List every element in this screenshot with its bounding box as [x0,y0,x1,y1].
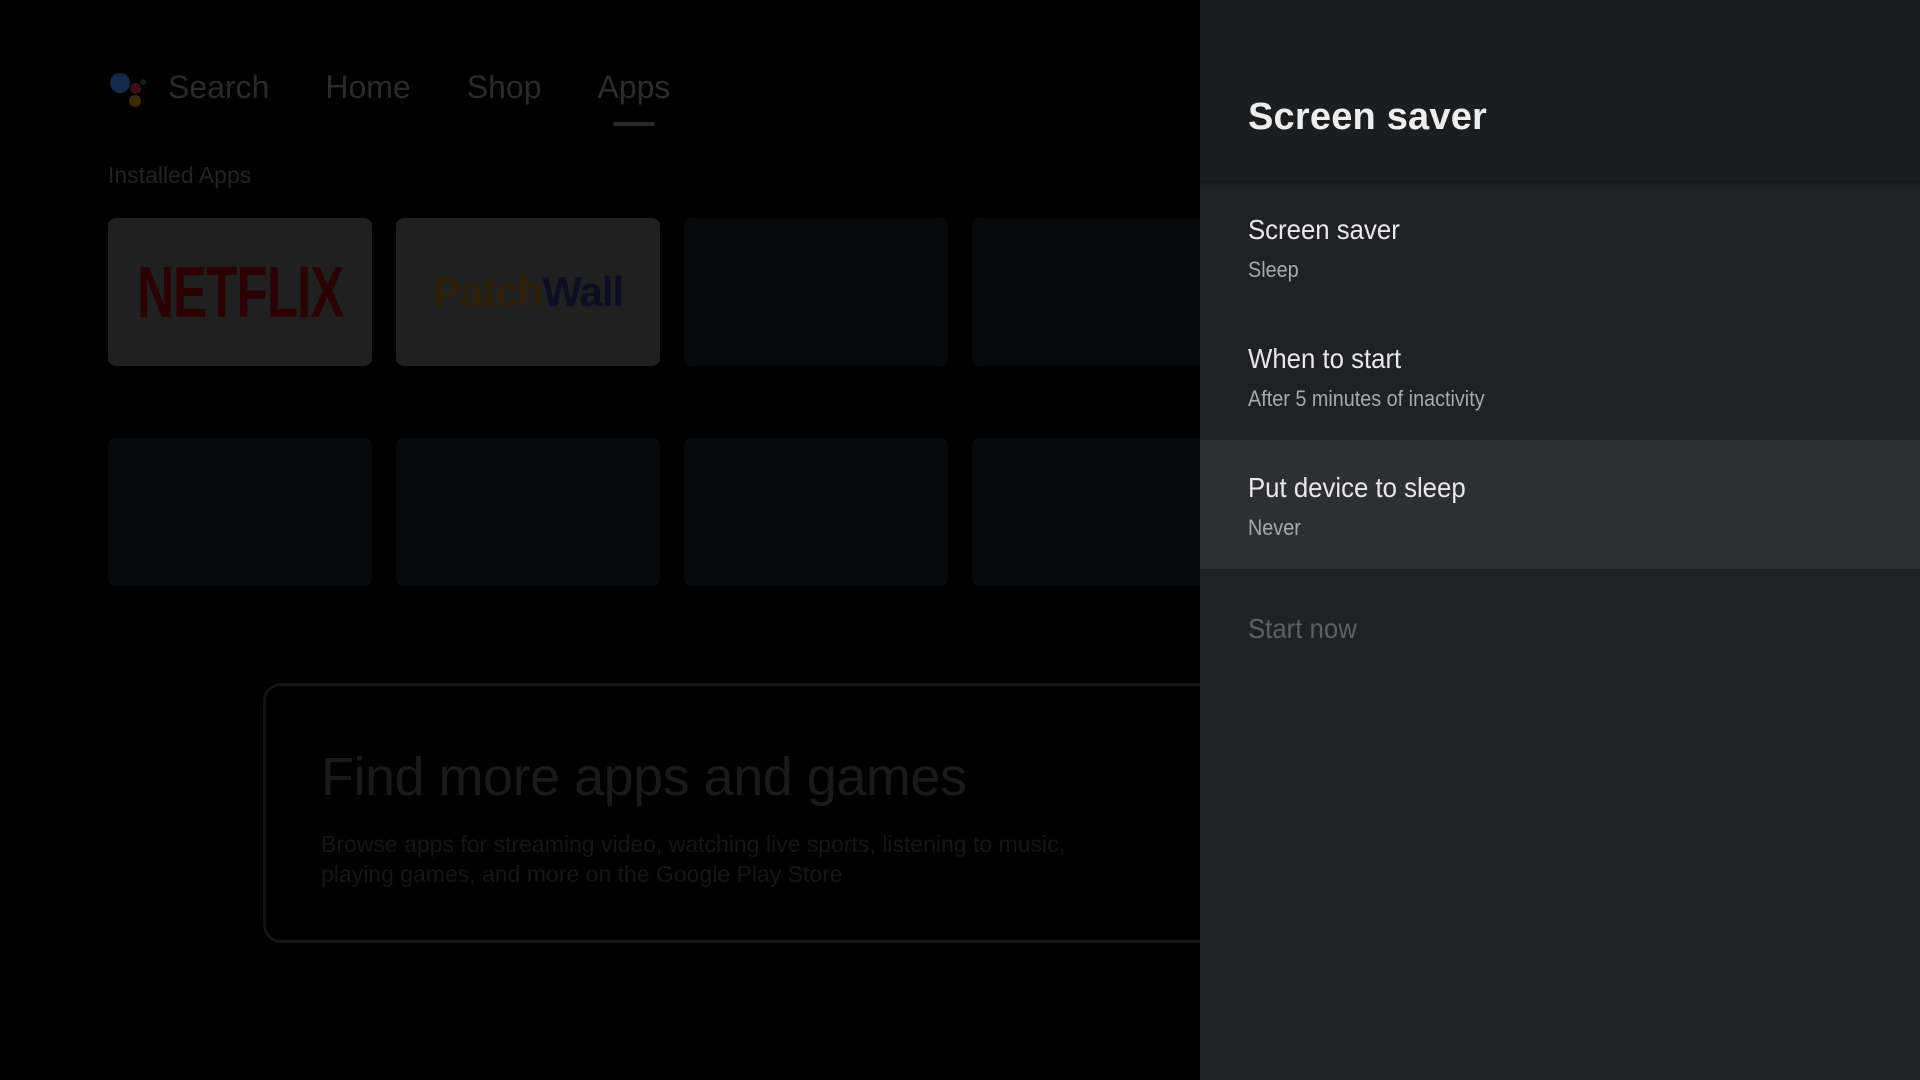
nav-tab-search[interactable]: Search [168,62,269,112]
settings-panel: Screen saver Screen saver Sleep When to … [1200,0,1920,1080]
promo-title: Find more apps and games [321,747,967,807]
find-more-apps-card[interactable]: Find more apps and games Browse apps for… [263,683,1200,943]
app-tile-patchwall[interactable]: PatchWall [396,218,660,366]
app-tile-placeholder [108,438,372,586]
google-assistant-icon[interactable] [108,67,150,107]
app-tile-placeholder [396,438,660,586]
pref-screen-saver[interactable]: Screen saver Sleep [1200,182,1920,311]
netflix-logo: NETFLIX [136,251,344,333]
nav-tab-home[interactable]: Home [325,62,410,112]
pref-title: Put device to sleep [1248,472,1466,503]
assistant-dot-red [130,83,141,94]
pref-title: Start now [1248,613,1357,644]
pref-title: Screen saver [1248,214,1400,245]
pref-when-to-start[interactable]: When to start After 5 minutes of inactiv… [1200,311,1920,440]
pref-start-now: Start now [1200,569,1920,698]
assistant-dot-green [140,79,146,85]
nav-tab-apps[interactable]: Apps [597,62,670,112]
launcher-background: Search Home Shop Apps Installed Apps NET… [0,0,1200,1080]
pref-summary: Never [1248,515,1301,540]
pref-summary: Sleep [1248,257,1299,282]
top-navigation: Search Home Shop Apps [108,62,726,112]
installed-apps-heading: Installed Apps [108,162,252,188]
panel-title: Screen saver [1248,96,1488,138]
patchwall-logo: PatchWall [432,268,624,316]
app-tile-placeholder [684,438,948,586]
assistant-dot-yellow [129,95,141,107]
patchwall-logo-part2: Wall [542,268,624,315]
promo-description: Browse apps for streaming video, watchin… [321,831,1065,887]
pref-put-device-to-sleep[interactable]: Put device to sleep Never [1200,440,1920,569]
patchwall-logo-part1: Patch [432,268,543,315]
app-tile-netflix[interactable]: NETFLIX [108,218,372,366]
assistant-dot-blue [110,73,130,93]
pref-summary: After 5 minutes of inactivity [1248,386,1485,411]
pref-title: When to start [1248,343,1402,374]
nav-tab-shop[interactable]: Shop [467,62,542,112]
app-tile-placeholder [684,218,948,366]
app-tile-placeholder [972,438,1200,586]
panel-header: Screen saver [1200,0,1920,182]
app-tile-placeholder [972,218,1200,366]
